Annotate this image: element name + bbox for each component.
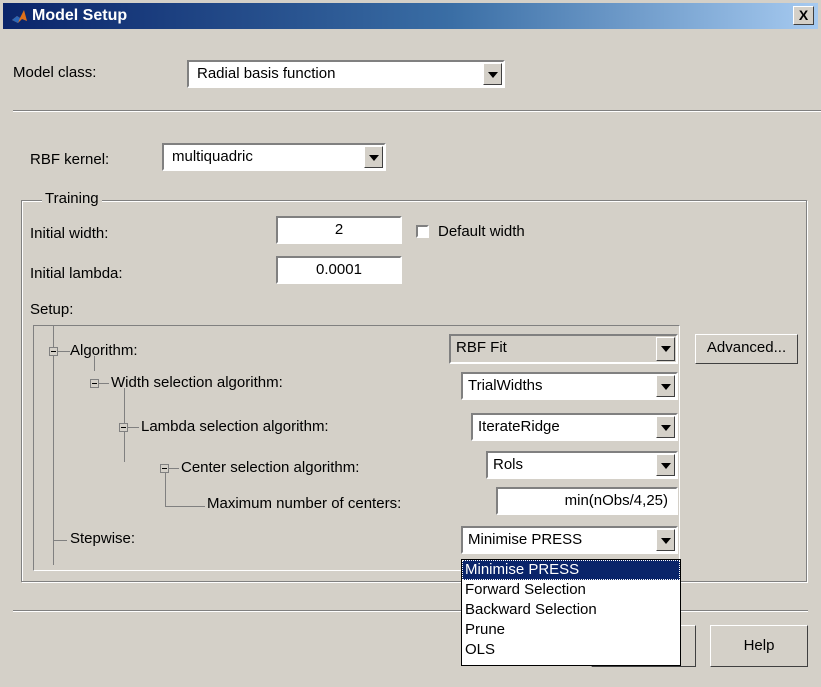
lambda-selection-value: IterateRidge	[478, 418, 560, 435]
tree-label-lambda: Lambda selection algorithm:	[141, 418, 329, 435]
collapse-lambda-icon[interactable]	[119, 423, 128, 432]
chevron-down-icon[interactable]	[656, 375, 675, 397]
setup-label: Setup:	[30, 301, 74, 318]
initial-width-input[interactable]: 2	[276, 216, 402, 244]
algorithm-dropdown[interactable]: RBF Fit	[449, 334, 678, 364]
model-setup-dialog: Model Setup X Model class: Radial basis …	[0, 0, 821, 687]
width-selection-dropdown[interactable]: TrialWidths	[461, 372, 678, 400]
close-button[interactable]: X	[793, 6, 814, 25]
algorithm-value: RBF Fit	[456, 339, 507, 356]
center-selection-dropdown[interactable]: Rols	[486, 451, 678, 479]
chevron-down-icon[interactable]	[364, 146, 383, 168]
separator	[13, 110, 821, 112]
list-item[interactable]: Backward Selection	[462, 600, 680, 620]
help-button[interactable]: Help	[710, 625, 808, 667]
chevron-down-icon[interactable]	[483, 63, 502, 85]
chevron-down-icon[interactable]	[656, 416, 675, 438]
width-selection-value: TrialWidths	[468, 377, 543, 394]
lambda-selection-dropdown[interactable]: IterateRidge	[471, 413, 678, 441]
tree-label-stepwise: Stepwise:	[70, 530, 136, 547]
tree-label-algorithm: Algorithm:	[70, 342, 138, 359]
title-bar[interactable]: Model Setup X	[3, 3, 818, 29]
initial-lambda-input[interactable]: 0.0001	[276, 256, 402, 284]
collapse-center-icon[interactable]	[160, 464, 169, 473]
matlab-logo-icon	[12, 10, 27, 23]
stepwise-options-list[interactable]: Minimise PRESS Forward Selection Backwar…	[461, 559, 681, 666]
tree-label-width: Width selection algorithm:	[111, 374, 283, 391]
chevron-down-icon[interactable]	[656, 337, 675, 361]
list-item[interactable]: Forward Selection	[462, 580, 680, 600]
default-width-checkbox[interactable]	[416, 225, 429, 238]
collapse-algorithm-icon[interactable]	[49, 347, 58, 356]
rbf-kernel-dropdown[interactable]: multiquadric	[162, 143, 386, 171]
rbf-kernel-value: multiquadric	[172, 148, 253, 165]
training-legend: Training	[42, 190, 102, 207]
stepwise-value: Minimise PRESS	[468, 531, 583, 548]
initial-lambda-label: Initial lambda:	[30, 265, 123, 282]
model-class-label: Model class:	[13, 64, 97, 81]
center-selection-value: Rols	[493, 456, 524, 473]
chevron-down-icon[interactable]	[656, 454, 675, 476]
tree-label-maxcenters: Maximum number of centers:	[207, 495, 402, 512]
rbf-kernel-label: RBF kernel:	[30, 151, 110, 168]
max-centers-input[interactable]: min(nObs/4,25)	[496, 487, 678, 515]
separator	[13, 610, 808, 612]
model-class-dropdown[interactable]: Radial basis function	[187, 60, 505, 88]
advanced-button[interactable]: Advanced...	[695, 334, 798, 364]
collapse-width-icon[interactable]	[90, 379, 99, 388]
model-class-value: Radial basis function	[197, 65, 336, 82]
list-item[interactable]: Prune	[462, 620, 680, 640]
initial-width-label: Initial width:	[30, 225, 109, 242]
stepwise-dropdown[interactable]: Minimise PRESS	[461, 526, 678, 554]
tree-label-center: Center selection algorithm:	[181, 459, 360, 476]
window-title: Model Setup	[32, 7, 128, 24]
default-width-label: Default width	[438, 223, 525, 240]
chevron-down-icon[interactable]	[656, 529, 675, 551]
list-item[interactable]: Minimise PRESS	[462, 560, 680, 580]
list-item[interactable]: OLS	[462, 640, 680, 660]
